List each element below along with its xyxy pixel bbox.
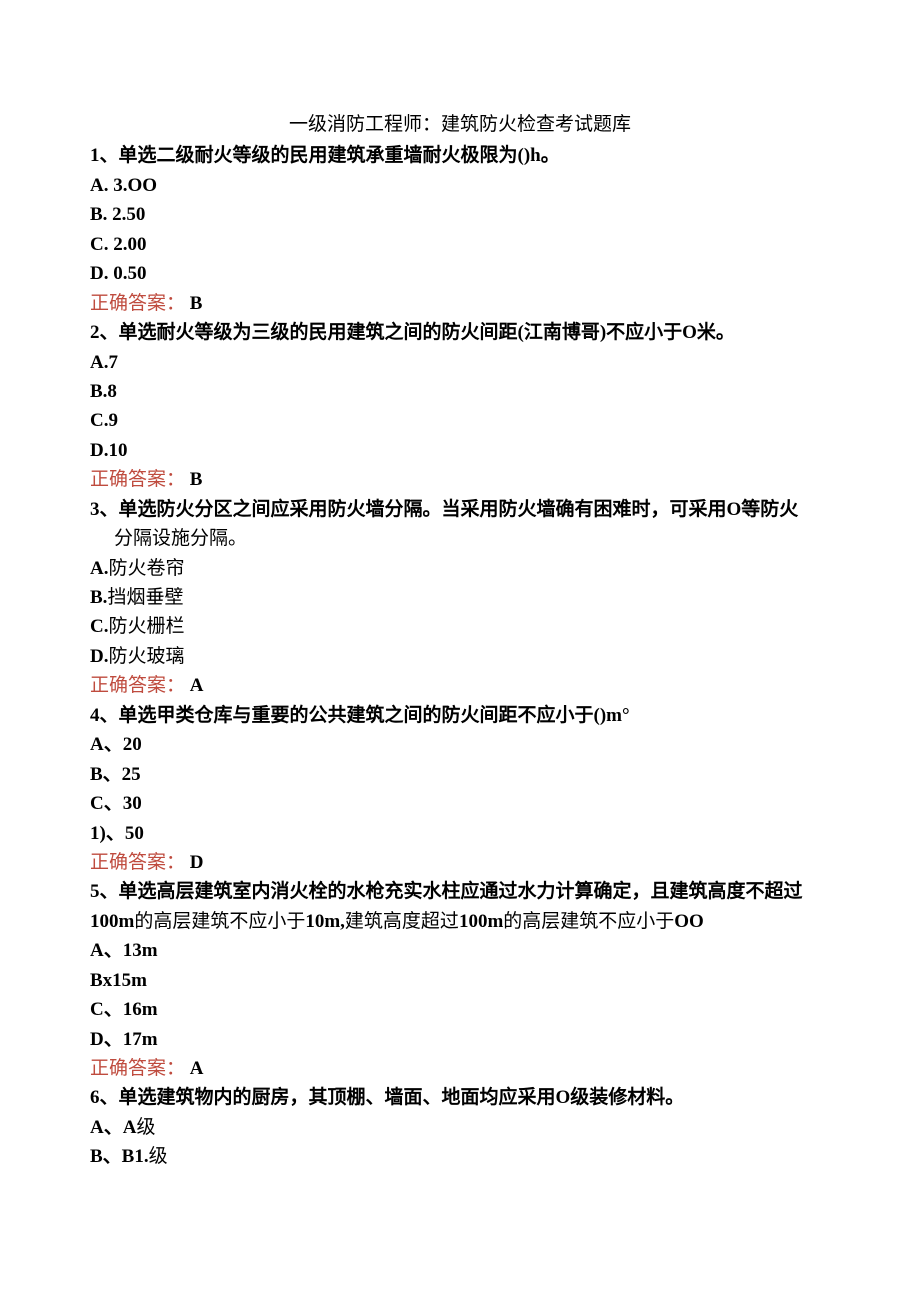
q6-option-a: A、A级 xyxy=(90,1113,830,1142)
q4-option-c: C、30 xyxy=(90,789,830,818)
answer-value: B xyxy=(190,469,203,490)
q2-option-a: A.7 xyxy=(90,348,830,377)
q5-option-a: A、13m xyxy=(90,936,830,965)
q3-option-b: B.挡烟垂壁 xyxy=(90,583,830,612)
answer-value: A xyxy=(190,1058,204,1079)
q3-option-c: C.防火栅栏 xyxy=(90,612,830,641)
q4-option-a: A、20 xyxy=(90,730,830,759)
q2-option-c: C.9 xyxy=(90,406,830,435)
q1-answer: 正确答案： B xyxy=(90,289,830,318)
q5-stem-line2: 100m的高层建筑不应小于10m,建筑高度超过100m的高层建筑不应小于OO xyxy=(90,907,830,936)
q3-option-a: A.防火卷帘 xyxy=(90,554,830,583)
q5-option-c: C、16m xyxy=(90,995,830,1024)
q2-option-d: D.10 xyxy=(90,436,830,465)
document-title: 一级消防工程师：建筑防火检查考试题库 xyxy=(90,110,830,139)
answer-value: A xyxy=(190,675,204,696)
answer-label: 正确答案： xyxy=(90,852,185,873)
q2-stem: 2、单选耐火等级为三级的民用建筑之间的防火间距(江南博哥)不应小于O米。 xyxy=(90,318,830,347)
q1-stem: 1、单选二级耐火等级的民用建筑承重墙耐火极限为()h。 xyxy=(90,141,830,170)
q3-option-d: D.防火玻璃 xyxy=(90,642,830,671)
q3-stem-line2: 分隔设施分隔。 xyxy=(90,524,830,553)
q5-option-d: D、17m xyxy=(90,1025,830,1054)
q1-option-c: C. 2.00 xyxy=(90,230,830,259)
q1-option-b: B. 2.50 xyxy=(90,200,830,229)
q4-answer: 正确答案： D xyxy=(90,848,830,877)
q2-answer: 正确答案： B xyxy=(90,465,830,494)
q3-answer: 正确答案： A xyxy=(90,671,830,700)
answer-label: 正确答案： xyxy=(90,293,185,314)
q5-stem-line1: 5、单选高层建筑室内消火栓的水枪充实水柱应通过水力计算确定，且建筑高度不超过 xyxy=(90,877,830,906)
answer-label: 正确答案： xyxy=(90,675,185,696)
answer-value: D xyxy=(190,852,204,873)
answer-label: 正确答案： xyxy=(90,1058,185,1079)
q6-stem: 6、单选建筑物内的厨房，其顶棚、墙面、地面均应采用O级装修材料。 xyxy=(90,1083,830,1112)
answer-value: B xyxy=(190,293,203,314)
q4-option-b: B、25 xyxy=(90,760,830,789)
q1-option-d: D. 0.50 xyxy=(90,259,830,288)
answer-label: 正确答案： xyxy=(90,469,185,490)
q1-option-a: A. 3.OO xyxy=(90,171,830,200)
q5-answer: 正确答案： A xyxy=(90,1054,830,1083)
q2-option-b: B.8 xyxy=(90,377,830,406)
q5-option-b: Bx15m xyxy=(90,966,830,995)
q4-option-d: 1)、50 xyxy=(90,819,830,848)
q6-option-b: B、B1.级 xyxy=(90,1142,830,1171)
q4-stem: 4、单选甲类仓库与重要的公共建筑之间的防火间距不应小于()m° xyxy=(90,701,830,730)
q3-stem-line1: 3、单选防火分区之间应采用防火墙分隔。当采用防火墙确有困难时，可采用O等防火 xyxy=(90,495,830,524)
